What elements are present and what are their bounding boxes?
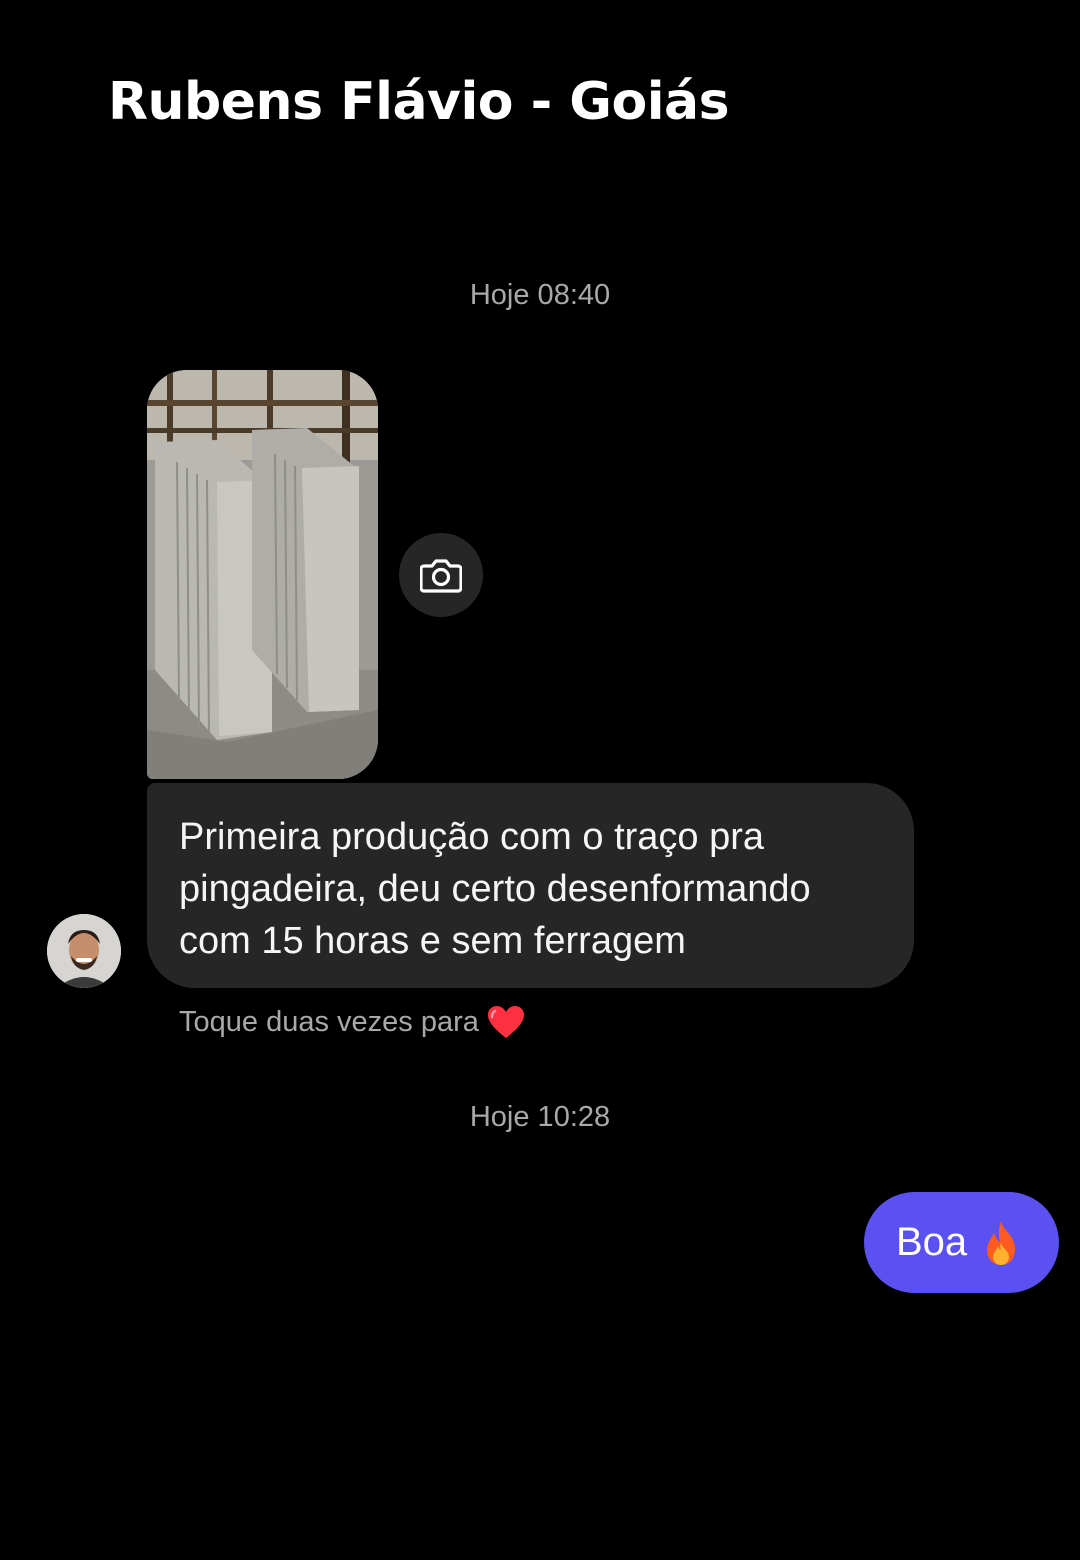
double-tap-like-hint: Toque duas vezes para [179,1005,525,1039]
incoming-message-bubble[interactable]: Primeira produção com o traço pra pingad… [147,783,914,988]
outgoing-message-text: Boa [896,1220,968,1264]
chat-title[interactable]: Rubens Flávio - Goiás [108,72,730,132]
message-text-line: com 15 horas e sem ferragem [179,920,686,962]
timestamp: Hoje 08:40 [469,279,611,311]
timestamp: Hoje 10:28 [469,1101,611,1133]
avatar[interactable] [47,914,121,988]
like-hint-text: Toque duas vezes para [179,1005,479,1038]
camera-button[interactable] [399,533,483,617]
heart-icon [487,1006,524,1038]
camera-icon [420,559,462,593]
message-text-line: pingadeira, deu certo desenformando [179,868,811,910]
fire-icon [987,1220,1016,1265]
avatar-image [47,914,121,988]
message-text-line: Primeira produção com o traço pra [179,816,765,858]
photo-message[interactable] [147,370,378,779]
photo-image [147,370,378,779]
outgoing-message-bubble[interactable]: Boa [864,1192,1059,1293]
